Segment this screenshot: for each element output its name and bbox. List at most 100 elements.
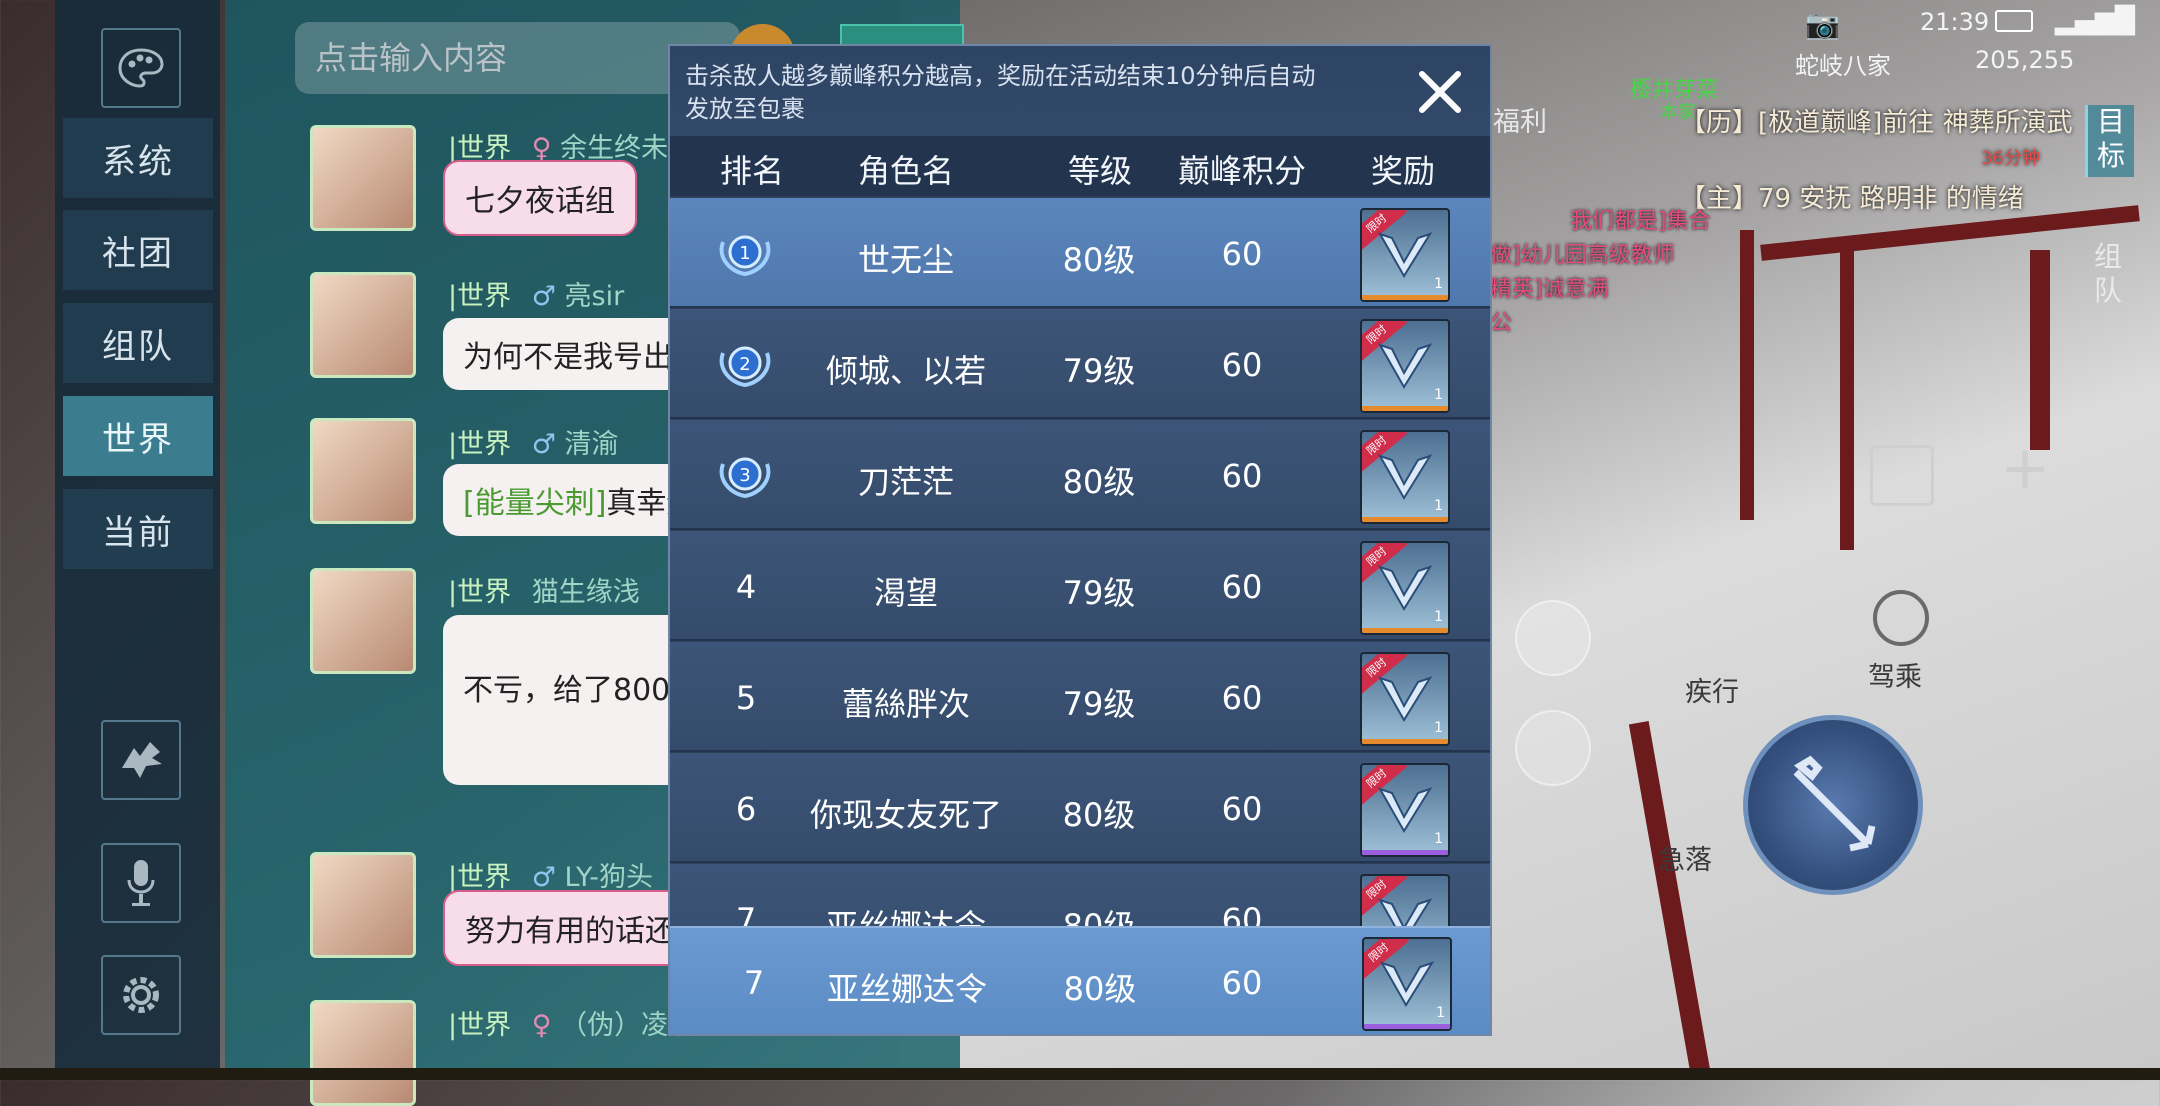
microphone-icon[interactable] <box>101 843 181 923</box>
wing-emblem-icon <box>1377 676 1433 722</box>
player-name: 刀茫茫 <box>857 463 955 501</box>
avatar[interactable] <box>310 568 416 674</box>
ranking-column-header: 排名 角色名 等级 巅峰积分 奖励 <box>670 136 1490 196</box>
reward-count: 1 <box>1434 831 1443 847</box>
channel-tag: |世界 <box>448 1010 512 1041</box>
plus-icon[interactable]: + <box>1995 438 2055 500</box>
close-icon <box>1419 71 1461 113</box>
tab-world[interactable]: 世界 <box>63 396 213 476</box>
rank-number: 3 <box>739 465 750 486</box>
rarity-bar <box>1362 517 1448 522</box>
avatar[interactable] <box>310 272 416 378</box>
rank-medal-icon: 3 <box>719 457 771 499</box>
reward-item[interactable]: 限时1 <box>1360 541 1450 635</box>
reward-count: 1 <box>1434 609 1443 625</box>
ranking-row[interactable]: 6 你现女友死了 80级 60 限时 1 <box>670 753 1490 863</box>
quest-tracker[interactable]: 【历】[极道巅峰]前往 神葬所演武 36分钟 【主】79 安抚 路明非 的情绪 <box>1680 105 2080 217</box>
bag-icon[interactable] <box>1870 445 1934 506</box>
camera-icon[interactable]: 📷 <box>1805 8 1840 41</box>
peak-score: 60 <box>1221 568 1263 606</box>
reward-item[interactable]: 限时 1 <box>1362 937 1452 1031</box>
settings-gear-icon[interactable] <box>101 955 181 1035</box>
rarity-bar <box>1362 850 1448 855</box>
ranking-row[interactable]: 4 渴望 79级 60 限时 1 <box>670 531 1490 641</box>
channel-tag: |世界 <box>448 577 512 608</box>
welfare-label[interactable]: 福利 <box>1493 100 1547 139</box>
self-rank-row[interactable]: 7 亚丝娜达令 80级 60 限时 1 <box>670 926 1490 1034</box>
col-score: 巅峰积分 <box>1177 152 1307 190</box>
overlay-line: 公 <box>1490 311 1513 336</box>
rarity-bar <box>1364 1024 1450 1029</box>
rank-number: 5 <box>735 679 757 717</box>
player-name: 倾城、以若 <box>825 352 987 390</box>
rarity-bar <box>1362 295 1448 300</box>
dive-label[interactable]: 急落 <box>1658 838 1712 877</box>
tab-target[interactable]: 目标 <box>2085 105 2134 177</box>
self-rank: 7 <box>743 964 765 1002</box>
ranking-row[interactable]: 3 刀茫茫 80级 60 限时 1 <box>670 420 1490 530</box>
self-level: 80级 <box>1063 970 1137 1008</box>
dragon-emblem-icon[interactable] <box>101 720 181 800</box>
signal-icon: ▂▄▆█ <box>2055 6 2135 36</box>
reward-item[interactable]: 限时1 <box>1360 319 1450 413</box>
avatar[interactable] <box>310 418 416 524</box>
rank-medal-icon: 2 <box>719 346 771 388</box>
tab-current[interactable]: 当前 <box>63 489 213 569</box>
sender-name[interactable]: 亮sir <box>565 281 625 312</box>
peak-score: 60 <box>1221 457 1263 495</box>
palette-icon[interactable] <box>101 28 181 108</box>
self-score: 60 <box>1221 964 1263 1002</box>
reward-count: 1 <box>1434 276 1443 292</box>
reward-item[interactable]: 限时1 <box>1360 430 1450 524</box>
channel-tag: |世界 <box>448 281 512 312</box>
peak-score: 60 <box>1221 790 1263 828</box>
reward-notice: 击杀敌人越多巅峰积分越高，奖励在活动结束10分钟后自动发放至包裹 <box>685 62 1316 123</box>
tab-club[interactable]: 社团 <box>63 210 213 290</box>
player-name: 渴望 <box>873 574 939 612</box>
reward-item[interactable]: 限时1 <box>1360 208 1450 302</box>
modal-header: 击杀敌人越多巅峰积分越高，奖励在活动结束10分钟后自动发放至包裹 <box>670 46 1490 136</box>
tab-system[interactable]: 系统 <box>63 118 213 198</box>
overlay-line: 精英]诚意满 <box>1490 277 1609 302</box>
message-text: 不亏，给了800多 <box>463 673 701 708</box>
quest-timer: 36分钟 <box>1981 148 2040 169</box>
ranking-list[interactable]: 1 世无尘 80级 60 限时 1 2 倾城、以若 79级 60 限时 1 3 刀茫茫 80级 60 限时 1 4 渴… <box>670 198 1490 968</box>
close-button[interactable] <box>1412 64 1468 120</box>
player-name: 世无尘 <box>857 241 955 279</box>
tab-team[interactable]: 组队 <box>63 303 213 383</box>
sender-name[interactable]: 猫生缘浅 <box>532 577 640 608</box>
wing-emblem-icon <box>1377 787 1433 833</box>
reward-item[interactable]: 限时1 <box>1360 652 1450 746</box>
col-reward: 奖励 <box>1370 152 1436 190</box>
steering-wheel-icon[interactable] <box>1873 590 1929 646</box>
ranking-row[interactable]: 5 蕾絲胖次 79级 60 限时 1 <box>670 642 1490 752</box>
message-header: |世界 ♀ （伪）凌镜 <box>448 1003 695 1042</box>
tab-team-hud[interactable]: 组队 <box>2085 240 2131 312</box>
sender-name[interactable]: 清渝 <box>565 429 619 460</box>
ranking-row[interactable]: 1 世无尘 80级 60 限时 1 <box>670 198 1490 308</box>
peak-score: 60 <box>1221 235 1263 273</box>
rank-medal-icon: 1 <box>719 235 771 277</box>
player-name: 你现女友死了 <box>809 796 1003 834</box>
chat-overlay: 我们都是]集合 做]幼儿园高级教师 精英]诚意满 公 <box>1490 205 1711 341</box>
ranking-row[interactable]: 2 倾城、以若 79级 60 限时 1 <box>670 309 1490 419</box>
attack-button[interactable] <box>1743 715 1923 895</box>
message-bubble: 为何不是我号出 <box>443 318 693 390</box>
avatar[interactable] <box>310 125 416 231</box>
quest-item[interactable]: 【主】79 安抚 路明非 的情绪 <box>1680 181 2080 217</box>
wing-emblem-icon <box>1377 232 1433 278</box>
message-header: |世界 猫生缘浅 <box>448 570 640 609</box>
cancel-skill-icon[interactable] <box>1515 710 1591 786</box>
swap-weapon-icon[interactable] <box>1515 600 1591 676</box>
reward-item[interactable]: 限时1 <box>1360 763 1450 857</box>
sprint-label[interactable]: 疾行 <box>1685 670 1739 709</box>
player-level: 79级 <box>1062 685 1136 723</box>
peak-score: 60 <box>1221 346 1263 384</box>
quest-item[interactable]: 【历】[极道巅峰]前往 神葬所演武 <box>1680 105 2080 141</box>
peak-score: 60 <box>1221 679 1263 717</box>
item-link[interactable]: [能量尖刺] <box>463 486 606 521</box>
sender-name[interactable]: LY-狗头 <box>565 862 654 893</box>
drive-label[interactable]: 驾乘 <box>1868 655 1922 694</box>
avatar[interactable] <box>310 1000 416 1106</box>
avatar[interactable] <box>310 852 416 958</box>
